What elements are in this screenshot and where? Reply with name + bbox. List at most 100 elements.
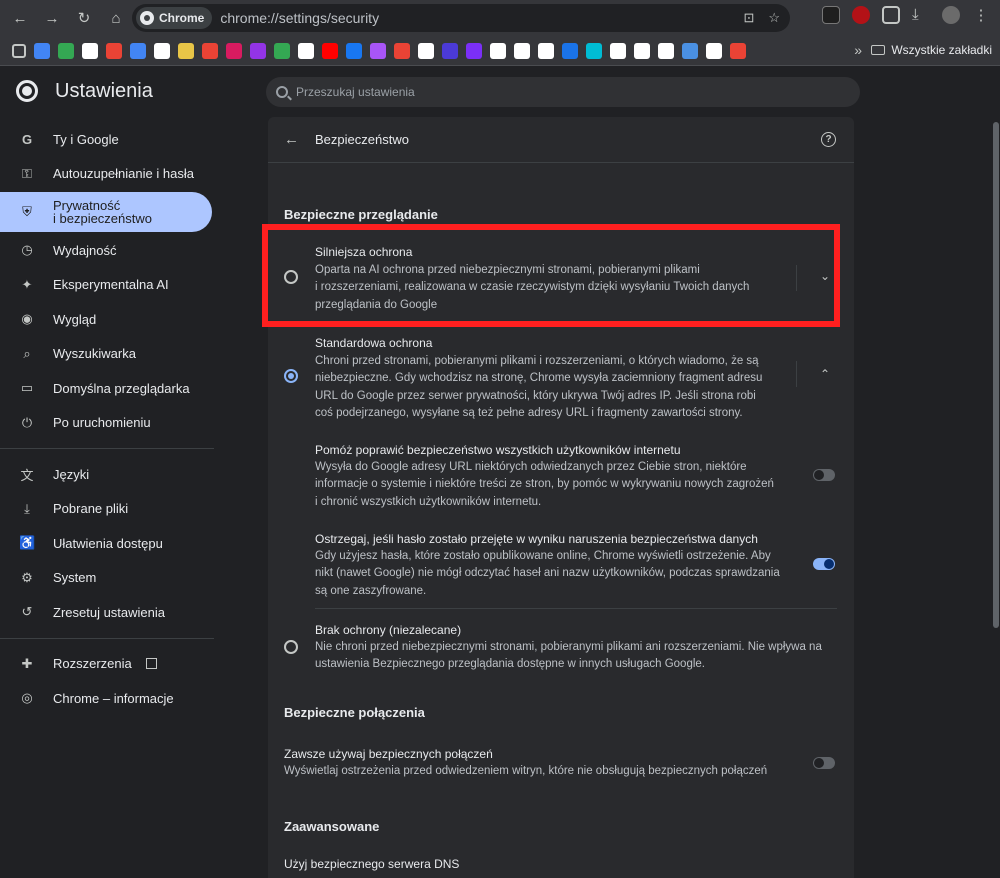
bookmark-favicon-icon[interactable]	[58, 42, 74, 59]
radio-standard[interactable]	[284, 369, 298, 383]
radio-no-protection[interactable]	[284, 640, 298, 654]
desc-line: Gdy użyjesz hasła, które zostało opublik…	[315, 550, 771, 562]
star-icon[interactable]: ☆	[768, 10, 780, 26]
password-warning-toggle[interactable]	[813, 558, 835, 570]
sidebar-item-appearance[interactable]: ◉ Wygląd	[0, 302, 216, 337]
bookmark-favicon-icon[interactable]	[562, 42, 578, 59]
sidebar-item-performance[interactable]: ◷ Wydajność	[0, 233, 216, 268]
settings-search[interactable]	[266, 77, 860, 107]
bookmark-favicon-icon[interactable]	[706, 42, 722, 59]
avatar[interactable]	[942, 6, 960, 24]
search-input[interactable]	[296, 85, 796, 99]
sidebar-item-languages[interactable]: 文 Języki	[0, 457, 216, 492]
option-secure-dns[interactable]: Użyj bezpiecznego serwera DNS	[268, 857, 854, 877]
sidebar-item-label: Języki	[53, 466, 90, 482]
sidebar-item-privacy[interactable]: ⛨ Prywatność i bezpieczeństwo	[0, 192, 212, 232]
puzzle-icon[interactable]	[882, 6, 900, 24]
bookmark-favicon-icon[interactable]	[418, 42, 434, 59]
sidebar-item-experimental-ai[interactable]: ✦ Eksperymentalna AI	[0, 268, 216, 303]
bookmark-favicon-icon[interactable]	[634, 42, 650, 59]
bookmark-favicon-icon[interactable]	[682, 42, 698, 59]
sidebar-item-extensions[interactable]: ✚ Rozszerzenia	[0, 647, 216, 682]
chevron-up-icon[interactable]: ⌃	[820, 367, 830, 381]
bookmark-favicon-icon[interactable]	[202, 42, 218, 59]
sidebar-item-default-browser[interactable]: ▭ Domyślna przeglądarka	[0, 371, 216, 406]
bookmark-favicon-icon[interactable]	[442, 42, 458, 59]
bookmark-favicon-icon[interactable]	[322, 42, 338, 59]
bookmark-favicon-icon[interactable]	[466, 42, 482, 59]
forward-icon[interactable]: →	[40, 6, 64, 30]
address-bar[interactable]: Chrome chrome://settings/security ⊡ ☆	[132, 4, 790, 32]
option-password-warning[interactable]: Ostrzegaj, jeśli hasło zostało przejęte …	[268, 532, 854, 602]
bookmark-favicon-icon[interactable]	[250, 42, 266, 59]
sidebar-item-label: Po uruchomieniu	[53, 415, 151, 431]
url-text[interactable]: chrome://settings/security	[220, 10, 379, 26]
sidebar-item-label: Wydajność	[53, 242, 117, 258]
chrome-logo-icon	[16, 80, 38, 102]
option-standard-protection[interactable]: Standardowa ochrona Chroni przed stronam…	[268, 335, 854, 427]
bookmark-favicon-icon[interactable]	[130, 42, 146, 59]
sidebar-item-system[interactable]: ⚙ System	[0, 561, 216, 596]
bookmark-favicon-icon[interactable]	[106, 42, 122, 59]
menu-icon[interactable]: ⋮	[972, 6, 990, 24]
ublock-icon[interactable]	[852, 6, 870, 24]
sidebar-item-label: Pobrane pliki	[53, 501, 129, 517]
chrome-chip[interactable]: Chrome	[136, 7, 213, 29]
more-bookmarks-icon[interactable]: »	[854, 42, 862, 58]
bookmark-favicon-icon[interactable]	[586, 42, 602, 59]
bookmark-favicon-icon[interactable]	[154, 42, 170, 59]
bookmark-favicon-icon[interactable]	[538, 42, 554, 59]
sidebar-item-autofill[interactable]: ⚿ Autouzupełnianie i hasła	[0, 157, 216, 192]
option-https-always[interactable]: Zawsze używaj bezpiecznych połączeń Wyśw…	[268, 747, 854, 783]
bookmark-favicon-icon[interactable]	[394, 42, 410, 59]
help-improve-toggle[interactable]	[813, 469, 835, 481]
bookmark-favicon-icon[interactable]	[730, 42, 746, 59]
option-description: Wyświetlaj ostrzeżenia przed odwiedzenie…	[284, 765, 768, 777]
home-icon[interactable]: ⌂	[104, 6, 128, 30]
lens-icon[interactable]: ⊡	[743, 10, 754, 26]
bookmark-favicon-icon[interactable]	[658, 42, 674, 59]
sidebar-item-label: Zresetuj ustawienia	[53, 604, 165, 620]
back-arrow-icon[interactable]: ←	[284, 131, 299, 148]
bookmark-favicon-icon[interactable]	[490, 42, 506, 59]
browser-window-icon: ▭	[20, 380, 34, 396]
desc-line: Nie chroni przed niebezpiecznymi stronam…	[315, 641, 822, 653]
sidebar-item-search-engine[interactable]: ⌕ Wyszukiwarka	[0, 337, 216, 372]
option-help-improve[interactable]: Pomóż poprawić bezpieczeństwo wszystkich…	[268, 443, 854, 513]
bookmark-favicon-icon[interactable]	[610, 42, 626, 59]
bookmark-favicon-icon[interactable]	[514, 42, 530, 59]
sidebar-item-about-chrome[interactable]: ◎ Chrome – informacje	[0, 681, 216, 716]
chrome-chip-label: Chrome	[159, 11, 205, 25]
sidebar-item-accessibility[interactable]: ♿ Ułatwienia dostępu	[0, 526, 216, 561]
extension-icon[interactable]	[822, 6, 840, 24]
apps-icon[interactable]	[12, 43, 26, 58]
scrollbar-thumb[interactable]	[993, 122, 999, 628]
all-bookmarks-button[interactable]: Wszystkie zakładki	[871, 43, 992, 57]
sidebar-item-reset[interactable]: ↺ Zresetuj ustawienia	[0, 595, 216, 630]
bookmark-favicon-icon[interactable]	[298, 42, 314, 59]
sidebar-item-on-startup[interactable]: ⏻ Po uruchomieniu	[0, 406, 216, 441]
reload-icon[interactable]: ↻	[72, 6, 96, 30]
sidebar-divider	[0, 448, 214, 449]
back-icon[interactable]: ←	[8, 6, 32, 30]
sidebar-item-downloads[interactable]: ⤓ Pobrane pliki	[0, 492, 216, 527]
sidebar-item-label: System	[53, 570, 97, 586]
bookmark-favicon-icon[interactable]	[274, 42, 290, 59]
bookmark-favicon-icon[interactable]	[370, 42, 386, 59]
sidebar-item-label: Chrome – informacje	[53, 690, 174, 706]
sidebar-item-you-and-google[interactable]: G Ty i Google	[0, 122, 216, 157]
desc-line: są one zaszyfrowane.	[315, 584, 427, 597]
sidebar-item-label: Prywatność i bezpieczeństwo	[53, 199, 152, 225]
bookmark-favicon-icon[interactable]	[226, 42, 242, 59]
https-always-toggle[interactable]	[813, 757, 835, 769]
download-icon[interactable]: ⤓	[912, 6, 930, 24]
bookmark-favicon-icon[interactable]	[34, 42, 50, 59]
bookmark-favicon-icon[interactable]	[346, 42, 362, 59]
sidebar-item-label: Eksperymentalna AI	[53, 277, 169, 293]
help-icon[interactable]: ?	[821, 132, 836, 147]
key-icon: ⚿	[22, 165, 32, 181]
bookmark-favicon-icon[interactable]	[178, 42, 194, 59]
sidebar-item-label: Rozszerzenia	[53, 656, 132, 672]
option-no-protection[interactable]: Brak ochrony (niezalecane) Nie chroni pr…	[268, 623, 854, 671]
bookmark-favicon-icon[interactable]	[82, 42, 98, 59]
